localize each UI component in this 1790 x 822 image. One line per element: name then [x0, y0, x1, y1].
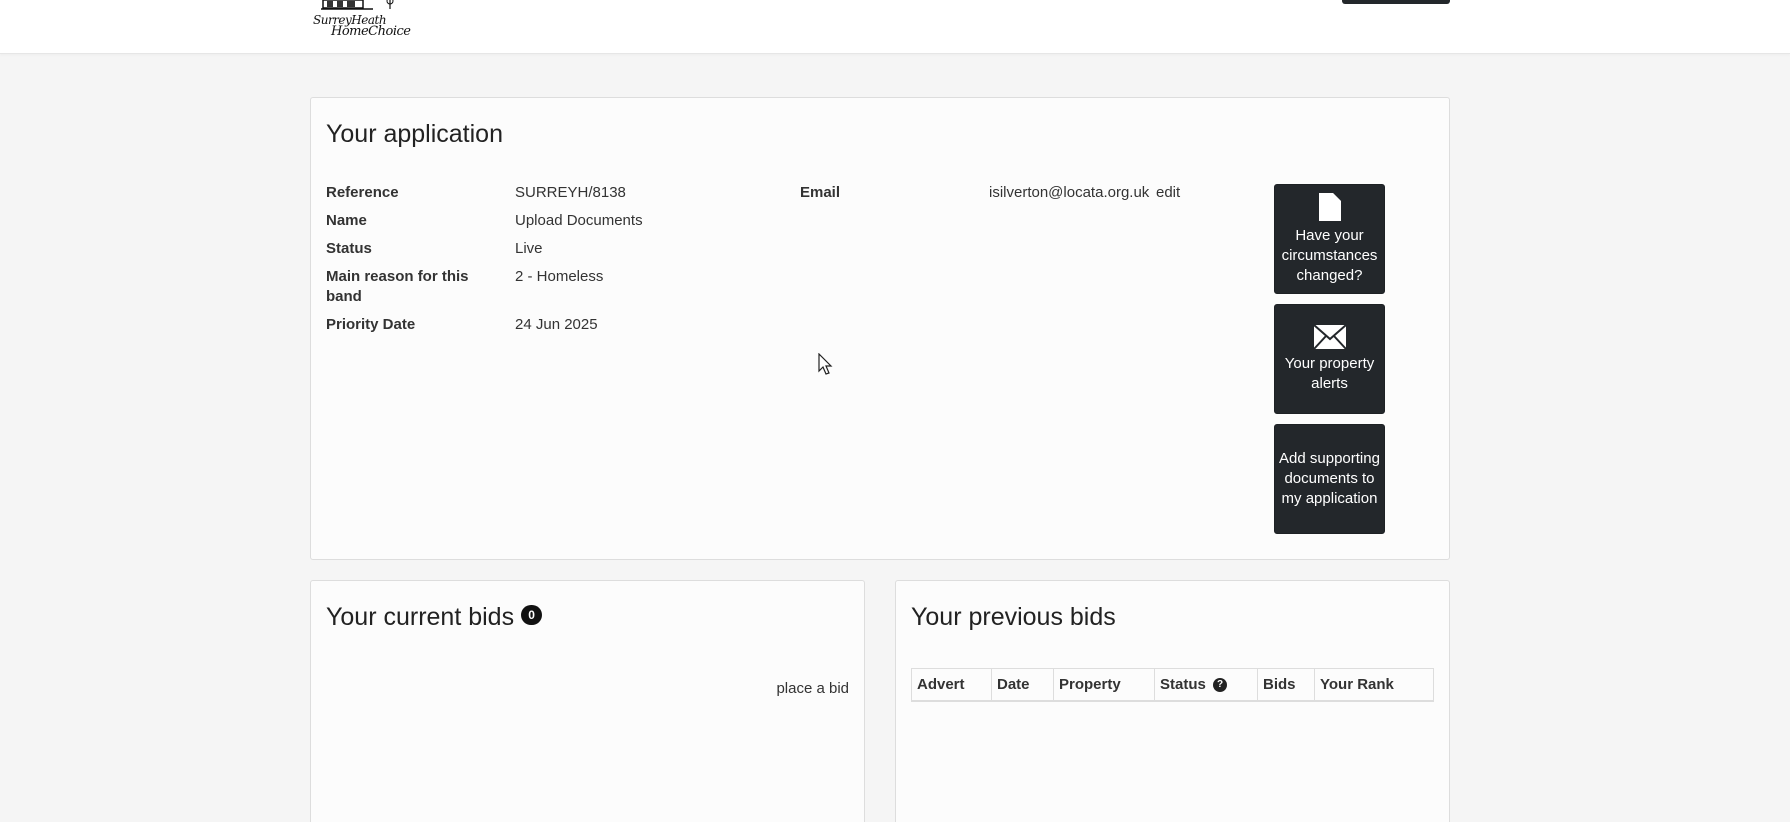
name-label: Name [326, 212, 367, 229]
top-nav-button[interactable] [1342, 0, 1450, 4]
reference-label: Reference [326, 184, 399, 201]
main-reason-label: Main reason for this band [326, 268, 469, 305]
reference-value: SURREYH/8138 [515, 184, 626, 201]
column-property[interactable]: Property [1053, 668, 1155, 702]
column-date[interactable]: Date [991, 668, 1054, 702]
current-bids-title-text: Your current bids [326, 603, 515, 631]
status-value: Live [515, 240, 543, 257]
previous-bids-title: Your previous bids [911, 603, 1116, 631]
current-bids-panel: Your current bids 0 place a bid [310, 580, 865, 822]
alerts-button-label: Your property alerts [1284, 355, 1375, 392]
column-status-label: Status [1160, 676, 1206, 693]
envelope-icon [1312, 324, 1347, 350]
priority-date-value: 24 Jun 2025 [515, 316, 598, 333]
edit-email-link[interactable]: edit [1156, 183, 1180, 203]
status-label: Status [326, 240, 372, 257]
application-title: Your application [326, 120, 503, 148]
circumstances-button-label: Have your circumstances changed? [1281, 227, 1378, 284]
name-value: Upload Documents [515, 212, 643, 229]
logo-wordmark: SurreyHeath HomeChoice [313, 14, 411, 39]
application-panel: Your application Reference SURREYH/8138 … [310, 97, 1450, 560]
priority-date-label: Priority Date [326, 316, 416, 333]
email-value: isilverton@locata.org.uk [989, 184, 1150, 201]
top-navbar: SurreyHeath HomeChoice [0, 0, 1790, 54]
add-documents-button-label: Add supporting documents to my applicati… [1279, 450, 1380, 507]
email-label: Email [800, 184, 841, 201]
current-bids-title: Your current bids 0 [326, 603, 543, 632]
logo-line2: HomeChoice [331, 24, 411, 39]
site-logo[interactable]: SurreyHeath HomeChoice [313, 0, 411, 42]
place-bid-link[interactable]: place a bid [776, 680, 849, 697]
column-your-rank[interactable]: Your Rank [1314, 668, 1434, 702]
column-status[interactable]: Status ? [1154, 668, 1258, 702]
circumstances-changed-button[interactable]: Have your circumstances changed? [1274, 184, 1385, 294]
bids-count-badge: 0 [521, 605, 543, 626]
column-bids[interactable]: Bids [1257, 668, 1315, 702]
document-icon [1318, 193, 1341, 221]
property-alerts-button[interactable]: Your property alerts [1274, 304, 1385, 414]
column-advert[interactable]: Advert [911, 668, 992, 702]
previous-bids-panel: Your previous bids Advert Date Property … [895, 580, 1450, 822]
table-header-row: Advert Date Property Status ? Bids Your … [911, 668, 1434, 702]
previous-bids-table: Advert Date Property Status ? Bids Your … [911, 668, 1434, 702]
main-reason-value: 2 - Homeless [515, 268, 604, 285]
question-circle-icon[interactable]: ? [1213, 678, 1228, 693]
mouse-cursor-icon [818, 353, 833, 375]
add-documents-button[interactable]: Add supporting documents to my applicati… [1274, 424, 1385, 534]
